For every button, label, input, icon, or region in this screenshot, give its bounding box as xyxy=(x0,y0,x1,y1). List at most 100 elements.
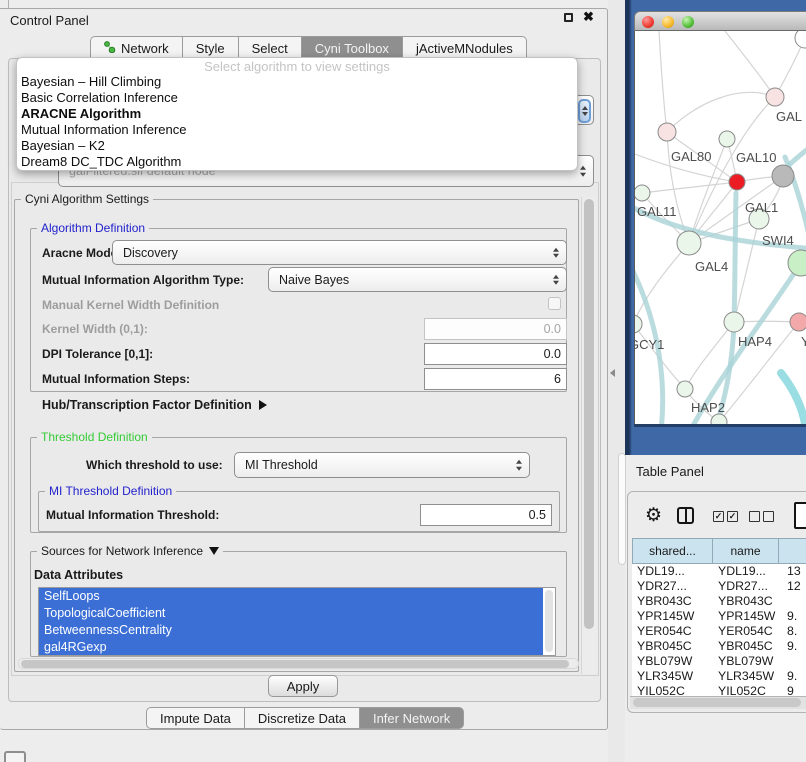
algorithm-option-bayesian-hill-climbing[interactable]: Bayesian – Hill Climbing xyxy=(17,74,577,90)
column-header-name[interactable]: name xyxy=(713,538,779,564)
attribute-item-selfloops[interactable]: SelfLoops xyxy=(39,588,543,605)
table-hscrollbar-thumb[interactable] xyxy=(633,698,801,707)
tab-impute-data[interactable]: Impute Data xyxy=(146,707,245,729)
network-icon xyxy=(104,41,116,56)
dpi-tolerance-input[interactable]: 0.0 xyxy=(424,343,567,365)
up-arrow-icon xyxy=(582,106,588,110)
close-traffic-light-icon[interactable] xyxy=(642,16,654,28)
minimize-traffic-light-icon[interactable] xyxy=(662,16,674,28)
algorithm-option-basic-correlation-inference[interactable]: Basic Correlation Inference xyxy=(17,90,577,106)
algorithm-option-mutual-information-inference[interactable]: Mutual Information Inference xyxy=(17,122,577,138)
tab-infer-network[interactable]: Infer Network xyxy=(360,707,464,729)
network-node[interactable] xyxy=(724,312,744,332)
tab-label: Impute Data xyxy=(160,711,231,726)
hub-definition-expander[interactable]: Hub/Transcription Factor Definition xyxy=(42,398,267,412)
network-node[interactable] xyxy=(635,185,650,201)
network-node[interactable] xyxy=(677,381,693,397)
float-window-icon[interactable] xyxy=(564,13,573,22)
apply-button[interactable]: Apply xyxy=(268,675,338,697)
table-row[interactable]: YBR045CYBR045C9. xyxy=(632,639,806,654)
splitter-collapse-icon[interactable] xyxy=(610,369,615,377)
manual-kernel-width-checkbox[interactable] xyxy=(548,297,561,310)
node-label-gal10: GAL10 xyxy=(736,150,776,165)
table-cell: YPR145W xyxy=(713,609,779,624)
table-row[interactable]: YBL079WYBL079W xyxy=(632,654,806,669)
attribute-item-betweennesscentrality[interactable]: BetweennessCentrality xyxy=(39,622,543,639)
clear-all-checkbox-icon[interactable] xyxy=(749,511,760,522)
network-node[interactable] xyxy=(658,123,676,141)
column-header-hidden[interactable] xyxy=(779,538,806,564)
network-node[interactable] xyxy=(772,165,794,187)
minimized-panel-icon[interactable] xyxy=(4,751,26,762)
clear-all-checkbox-icon[interactable] xyxy=(763,511,774,522)
attribute-item-topologicalcoefficient[interactable]: TopologicalCoefficient xyxy=(39,605,543,622)
right-panel-scrollbar-thumb[interactable] xyxy=(618,453,626,565)
divider-tick xyxy=(8,0,9,8)
mi-steps-input[interactable]: 6 xyxy=(424,368,567,390)
network-node[interactable] xyxy=(795,31,806,48)
network-node[interactable] xyxy=(790,313,806,331)
zoom-traffic-light-icon[interactable] xyxy=(682,16,694,28)
network-edge xyxy=(667,92,775,132)
attribute-list-scrollbar[interactable] xyxy=(545,590,553,652)
network-node[interactable] xyxy=(788,250,806,276)
table-cell xyxy=(779,654,806,669)
cyni-settings-group-title: Cyni Algorithm Settings xyxy=(21,192,153,206)
settings-hscrollbar-thumb[interactable] xyxy=(21,660,569,668)
column-header-shared[interactable]: shared... xyxy=(632,538,713,564)
tab-network[interactable]: Network xyxy=(90,36,183,59)
panel-splitter[interactable] xyxy=(608,0,625,762)
network-window-titlebar[interactable] xyxy=(634,11,806,31)
select-all-checkbox-icon[interactable]: ✓ xyxy=(713,511,724,522)
tab-discretize-data[interactable]: Discretize Data xyxy=(245,707,360,729)
algorithm-option-bayesian-k2[interactable]: Bayesian – K2 xyxy=(17,138,577,154)
table-row[interactable]: YER054CYER054C8. xyxy=(632,624,806,639)
table-cell: 9. xyxy=(779,669,806,684)
network-node[interactable] xyxy=(766,88,784,106)
table-cell: 13 xyxy=(779,564,806,579)
attribute-item-gal4rgexp[interactable]: gal4RGexp xyxy=(39,639,543,656)
stepper-arrows-icon xyxy=(580,166,586,177)
which-threshold-combobox[interactable]: MI Threshold xyxy=(234,452,530,478)
tab-cyni-toolbox[interactable]: Cyni Toolbox xyxy=(302,36,403,59)
columns-icon[interactable] xyxy=(677,507,694,524)
network-node[interactable] xyxy=(635,315,642,333)
algorithm-option-dream8-dc-tdc-algorithm[interactable]: Dream8 DC_TDC Algorithm xyxy=(17,154,577,170)
mi-algorithm-type-label: Mutual Information Algorithm Type: xyxy=(42,273,244,287)
table-row[interactable]: YDR27...YDR27...12 xyxy=(632,579,806,594)
stepper-arrows-icon xyxy=(553,274,559,285)
table-row[interactable]: YDL19...YDL19...13 xyxy=(632,564,806,579)
mi-threshold-input[interactable]: 0.5 xyxy=(420,504,552,526)
tab-select[interactable]: Select xyxy=(239,36,302,59)
select-all-checkbox-icon[interactable]: ✓ xyxy=(727,511,738,522)
network-node[interactable] xyxy=(719,131,735,147)
gear-icon[interactable]: ⚙ xyxy=(645,504,662,527)
table-cell: YDR27... xyxy=(713,579,779,594)
network-node[interactable] xyxy=(677,231,701,255)
table-row[interactable]: YLR345WYLR345W9. xyxy=(632,669,806,684)
tab-jactivemnodules[interactable]: jActiveMNodules xyxy=(403,36,527,59)
tab-label: jActiveMNodules xyxy=(416,41,513,56)
network-node[interactable] xyxy=(729,174,745,190)
tab-style[interactable]: Style xyxy=(183,36,239,59)
settings-vscrollbar-thumb[interactable] xyxy=(584,199,594,629)
table-row[interactable]: YBR043CYBR043C xyxy=(632,594,806,609)
document-icon[interactable] xyxy=(794,502,806,529)
kernel-width-input[interactable]: 0.0 xyxy=(424,318,567,340)
node-label-gal: GAL xyxy=(776,109,802,124)
node-label-y: Y xyxy=(801,334,806,349)
close-icon[interactable]: ✖ xyxy=(583,9,594,25)
network-view-canvas[interactable]: GAL80GAL10GALGAL11GAL1SWI4GAL4GCY1HAP4YH… xyxy=(634,31,806,424)
table-cell: YPR145W xyxy=(632,609,713,624)
table-row[interactable]: YPR145WYPR145W9. xyxy=(632,609,806,624)
mi-algorithm-type-combobox[interactable]: Naive Bayes xyxy=(268,267,567,292)
combobox-stepper-focused[interactable] xyxy=(578,99,591,123)
tab-label: Cyni Toolbox xyxy=(315,41,389,56)
network-edge xyxy=(790,139,806,164)
table-cell xyxy=(779,594,806,609)
manual-kernel-width-label: Manual Kernel Width Definition xyxy=(42,298,219,312)
aracne-mode-combobox[interactable]: Discovery xyxy=(112,240,567,265)
algorithm-option-aracne-algorithm[interactable]: ARACNE Algorithm xyxy=(17,106,577,122)
node-label-gal80: GAL80 xyxy=(671,149,711,164)
cyni-bottom-tabbar: Impute Data Discretize DataInfer Network xyxy=(146,707,464,729)
